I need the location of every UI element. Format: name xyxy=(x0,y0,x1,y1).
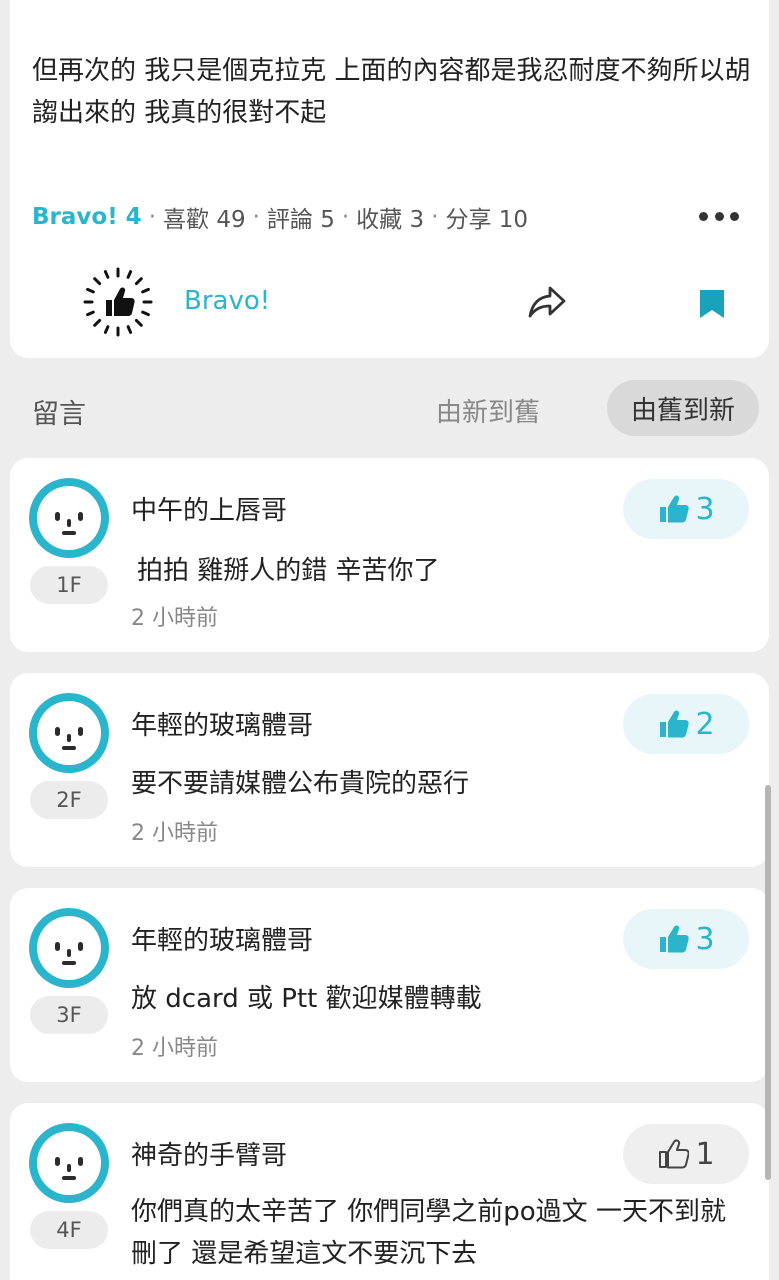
avatar[interactable] xyxy=(29,478,109,558)
share-icon[interactable] xyxy=(527,284,567,320)
comment-time: 2 小時前 xyxy=(131,1036,218,1061)
comment-text: 你們真的太辛苦了 你們同學之前po過文 一天不到就刪了 還是希望這文不要沉下去 xyxy=(131,1197,726,1269)
comment-text: 要不要請媒體公布貴院的惡行 xyxy=(131,769,470,799)
separator: · xyxy=(431,204,439,230)
bravo-button-label[interactable]: Bravo! xyxy=(184,286,270,316)
comment-card: 4F 神奇的手臂哥 1 你們真的太辛苦了 你們同學之前po過文 一天不到就刪了 … xyxy=(10,1103,769,1280)
comment-card: 3F 年輕的玻璃體哥 3 放 dcard 或 Ptt 歡迎媒體轉載 2 小時前 xyxy=(10,888,769,1082)
floor-badge: 3F xyxy=(30,996,108,1034)
post-action-bar: Bravo! xyxy=(10,262,769,342)
comment-text: 拍拍 雞掰人的錯 辛苦你了 xyxy=(137,556,440,586)
thumbs-up-icon xyxy=(660,925,690,953)
sort-oldest-button[interactable]: 由舊到新 xyxy=(607,380,759,436)
floor-badge: 2F xyxy=(30,781,108,819)
comment-like-button[interactable]: 1 xyxy=(623,1124,749,1184)
comment-author[interactable]: 年輕的玻璃體哥 xyxy=(131,705,313,742)
shares-count[interactable]: 分享 10 xyxy=(445,200,528,234)
comment-card: 1F 中午的上唇哥 3 拍拍 雞掰人的錯 辛苦你了 2 小時前 xyxy=(10,458,769,652)
sort-newest-button[interactable]: 由新到舊 xyxy=(436,392,540,429)
like-count: 3 xyxy=(695,491,715,527)
avatar[interactable] xyxy=(29,693,109,773)
bravo-thumbs-up-icon[interactable] xyxy=(82,266,154,338)
comment-author[interactable]: 神奇的手臂哥 xyxy=(131,1135,287,1172)
comment-author[interactable]: 中午的上唇哥 xyxy=(131,490,287,527)
floor-badge: 1F xyxy=(30,566,108,604)
separator: · xyxy=(148,204,157,230)
avatar[interactable] xyxy=(29,908,109,988)
comments-title: 留言 xyxy=(32,399,86,430)
comment-text: 放 dcard 或 Ptt 歡迎媒體轉載 xyxy=(131,984,482,1014)
like-count: 3 xyxy=(695,921,715,957)
like-count: 2 xyxy=(695,706,715,742)
separator: · xyxy=(252,204,260,230)
comment-author[interactable]: 年輕的玻璃體哥 xyxy=(131,920,313,957)
comment-time: 2 小時前 xyxy=(131,821,218,846)
comment-card: 2F 年輕的玻璃體哥 2 要不要請媒體公布貴院的惡行 2 小時前 xyxy=(10,673,769,867)
comment-like-button[interactable]: 2 xyxy=(623,694,749,754)
bookmark-icon[interactable] xyxy=(697,287,727,321)
comments-count[interactable]: 評論 5 xyxy=(267,200,335,234)
more-options-icon[interactable] xyxy=(699,206,739,226)
comment-time: 2 小時前 xyxy=(131,606,218,631)
thumbs-up-outline-icon xyxy=(659,1139,690,1169)
thumbs-up-icon xyxy=(660,495,690,523)
separator: · xyxy=(341,204,350,230)
likes-count[interactable]: 喜歡 49 xyxy=(163,200,246,234)
comment-like-button[interactable]: 3 xyxy=(623,909,749,969)
thumbs-up-icon xyxy=(660,710,690,738)
post-stats: Bravo! 4 · 喜歡 49 · 評論 5 · 收藏 3 · 分享 10 xyxy=(32,198,762,236)
like-count: 1 xyxy=(695,1136,715,1172)
bravo-count[interactable]: Bravo! 4 xyxy=(32,204,142,230)
comments-header: 留言 由新到舊 由舊到新 xyxy=(0,378,779,440)
comment-like-button[interactable]: 3 xyxy=(623,479,749,539)
scrollbar[interactable] xyxy=(765,785,771,1180)
floor-badge: 4F xyxy=(30,1211,108,1249)
avatar[interactable] xyxy=(29,1123,109,1203)
saves-count[interactable]: 收藏 3 xyxy=(356,200,424,234)
post-card: 但再次的 我只是個克拉克 上面的內容都是我忍耐度不夠所以胡謅出來的 我真的很對不… xyxy=(10,0,769,358)
post-body: 但再次的 我只是個克拉克 上面的內容都是我忍耐度不夠所以胡謅出來的 我真的很對不… xyxy=(32,56,751,128)
